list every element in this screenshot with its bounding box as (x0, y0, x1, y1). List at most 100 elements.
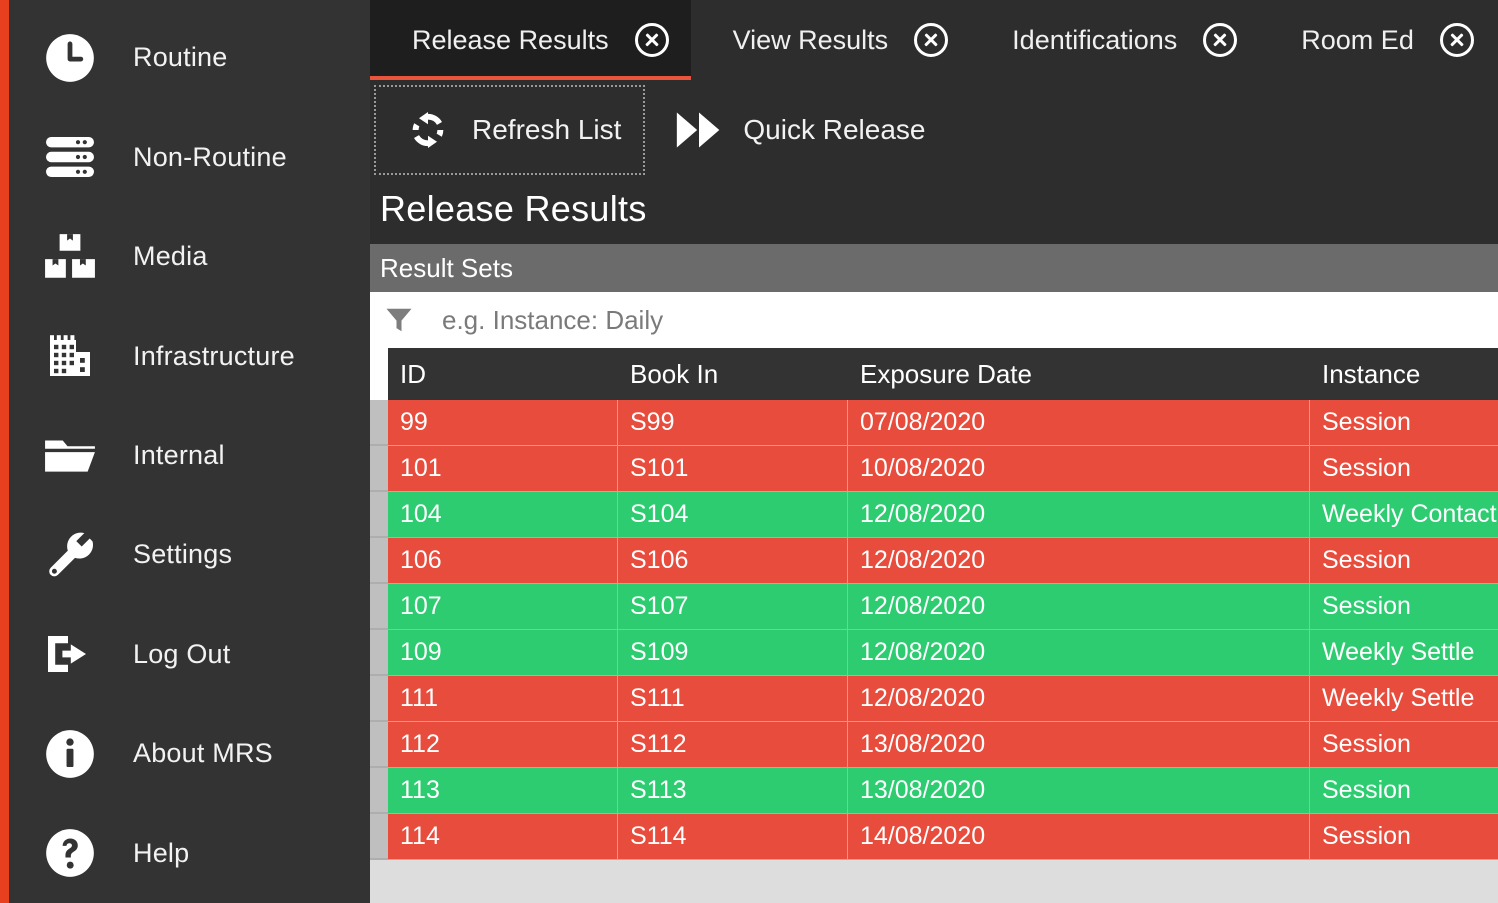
cell-id: 99 (388, 400, 618, 445)
cell-book-in: S114 (618, 814, 848, 859)
cell-instance: Session (1310, 584, 1498, 629)
cell-id: 106 (388, 538, 618, 583)
main-sidebar: Routine Non-Routine Media Infrastructure Int… (9, 0, 370, 903)
sidebar-item-label: Log Out (133, 638, 231, 669)
row-selector[interactable] (370, 492, 388, 537)
cell-id: 111 (388, 676, 618, 721)
fast-forward-icon (675, 109, 723, 151)
table-row[interactable]: 109 S109 12/08/2020 Weekly Settle (370, 630, 1498, 676)
sidebar-item-routine[interactable]: Routine (9, 8, 370, 107)
wrench-icon (39, 529, 101, 581)
row-selector[interactable] (370, 814, 388, 859)
question-icon (39, 827, 101, 879)
close-icon[interactable] (914, 23, 949, 57)
tab-view-results[interactable]: View Results (691, 0, 971, 80)
cell-instance: Session (1310, 768, 1498, 813)
sidebar-item-help[interactable]: Help (9, 804, 370, 903)
table-row[interactable]: 104 S104 12/08/2020 Weekly Contact (370, 492, 1498, 538)
cell-id: 109 (388, 630, 618, 675)
cell-instance: Weekly Settle (1310, 630, 1498, 675)
cell-exposure: 10/08/2020 (848, 446, 1310, 491)
table-row[interactable]: 113 S113 13/08/2020 Session (370, 768, 1498, 814)
application-window: Routine Non-Routine Media Infrastructure Int… (0, 0, 1498, 903)
refresh-icon (404, 107, 452, 153)
sidebar-item-label: About MRS (133, 738, 273, 769)
result-sets-panel-header: Result Sets (370, 244, 1498, 292)
column-header-exposure[interactable]: Exposure Date (848, 348, 1310, 400)
sidebar-item-internal[interactable]: Internal (9, 406, 370, 505)
table-row[interactable]: 106 S106 12/08/2020 Session (370, 538, 1498, 584)
cell-instance: Session (1310, 400, 1498, 445)
close-icon[interactable] (634, 23, 669, 57)
column-header-book-in[interactable]: Book In (618, 348, 848, 400)
grid-body: 99 S99 07/08/2020 Session 101 S101 10/08/2020 S… (370, 400, 1498, 903)
result-sets-grid: ID Book In Exposure Date Instance 99 S99 07/0… (370, 348, 1498, 903)
cell-id: 112 (388, 722, 618, 767)
tab-bar: Release Results View Results Identificatio… (370, 0, 1498, 80)
toolbar-button-label: Quick Release (743, 114, 926, 145)
sidebar-item-label: Internal (133, 439, 225, 470)
tab-room-ed[interactable]: Room Ed (1259, 0, 1496, 80)
panel-header-label: Result Sets (380, 252, 513, 283)
cell-id: 114 (388, 814, 618, 859)
row-selector[interactable] (370, 630, 388, 675)
cell-id: 104 (388, 492, 618, 537)
filter-input[interactable] (440, 303, 1447, 337)
filter-row (370, 292, 1498, 348)
cell-book-in: S112 (618, 722, 848, 767)
cell-exposure: 12/08/2020 (848, 492, 1310, 537)
tab-identifications[interactable]: Identifications (970, 0, 1259, 80)
table-row[interactable]: 107 S107 12/08/2020 Session (370, 584, 1498, 630)
sidebar-item-log-out[interactable]: Log Out (9, 605, 370, 704)
building-icon (39, 331, 101, 381)
sidebar-item-label: Media (133, 241, 208, 272)
quick-release-button[interactable]: Quick Release (645, 85, 949, 175)
cell-exposure: 12/08/2020 (848, 538, 1310, 583)
cell-book-in: S101 (618, 446, 848, 491)
row-selector[interactable] (370, 722, 388, 767)
tab-label: Room Ed (1301, 24, 1414, 55)
sidebar-item-label: Routine (133, 42, 228, 73)
table-row[interactable]: 99 S99 07/08/2020 Session (370, 400, 1498, 446)
sidebar-item-media[interactable]: Media (9, 207, 370, 306)
tab-label: Release Results (412, 24, 609, 55)
tab-release-results[interactable]: Release Results (370, 0, 691, 80)
cell-instance: Weekly Contact (1310, 492, 1498, 537)
column-header-id[interactable]: ID (388, 348, 618, 400)
row-selector[interactable] (370, 446, 388, 491)
clock-icon (39, 32, 101, 84)
close-icon[interactable] (1439, 23, 1474, 57)
tab-label: View Results (732, 24, 889, 55)
sidebar-item-settings[interactable]: Settings (9, 505, 370, 604)
row-selector[interactable] (370, 676, 388, 721)
cell-instance: Session (1310, 538, 1498, 583)
sidebar-item-non-routine[interactable]: Non-Routine (9, 107, 370, 206)
row-selector[interactable] (370, 538, 388, 583)
row-selector[interactable] (370, 768, 388, 813)
server-icon (39, 133, 101, 181)
cell-book-in: S104 (618, 492, 848, 537)
table-row[interactable]: 101 S101 10/08/2020 Session (370, 446, 1498, 492)
grid-gutter-header (370, 348, 388, 400)
sidebar-item-infrastructure[interactable]: Infrastructure (9, 306, 370, 405)
toolbar-button-label: Refresh List (472, 114, 622, 145)
page-title: Release Results (380, 188, 647, 229)
close-icon[interactable] (1203, 23, 1238, 57)
cell-book-in: S109 (618, 630, 848, 675)
boxes-icon (39, 232, 101, 282)
tab-label: Identifications (1012, 24, 1178, 55)
sidebar-item-label: Non-Routine (133, 141, 287, 172)
sidebar-item-about-mrs[interactable]: About MRS (9, 704, 370, 803)
row-selector[interactable] (370, 584, 388, 629)
table-row[interactable]: 114 S114 14/08/2020 Session (370, 814, 1498, 860)
logout-icon (39, 630, 101, 678)
table-row[interactable]: 111 S111 12/08/2020 Weekly Settle (370, 676, 1498, 722)
cell-exposure: 13/08/2020 (848, 722, 1310, 767)
refresh-list-button[interactable]: Refresh List (374, 85, 646, 175)
cell-book-in: S106 (618, 538, 848, 583)
sidebar-item-label: Infrastructure (133, 340, 295, 371)
cell-exposure: 12/08/2020 (848, 630, 1310, 675)
row-selector[interactable] (370, 400, 388, 445)
table-row[interactable]: 112 S112 13/08/2020 Session (370, 722, 1498, 768)
column-header-instance[interactable]: Instance (1310, 348, 1498, 400)
